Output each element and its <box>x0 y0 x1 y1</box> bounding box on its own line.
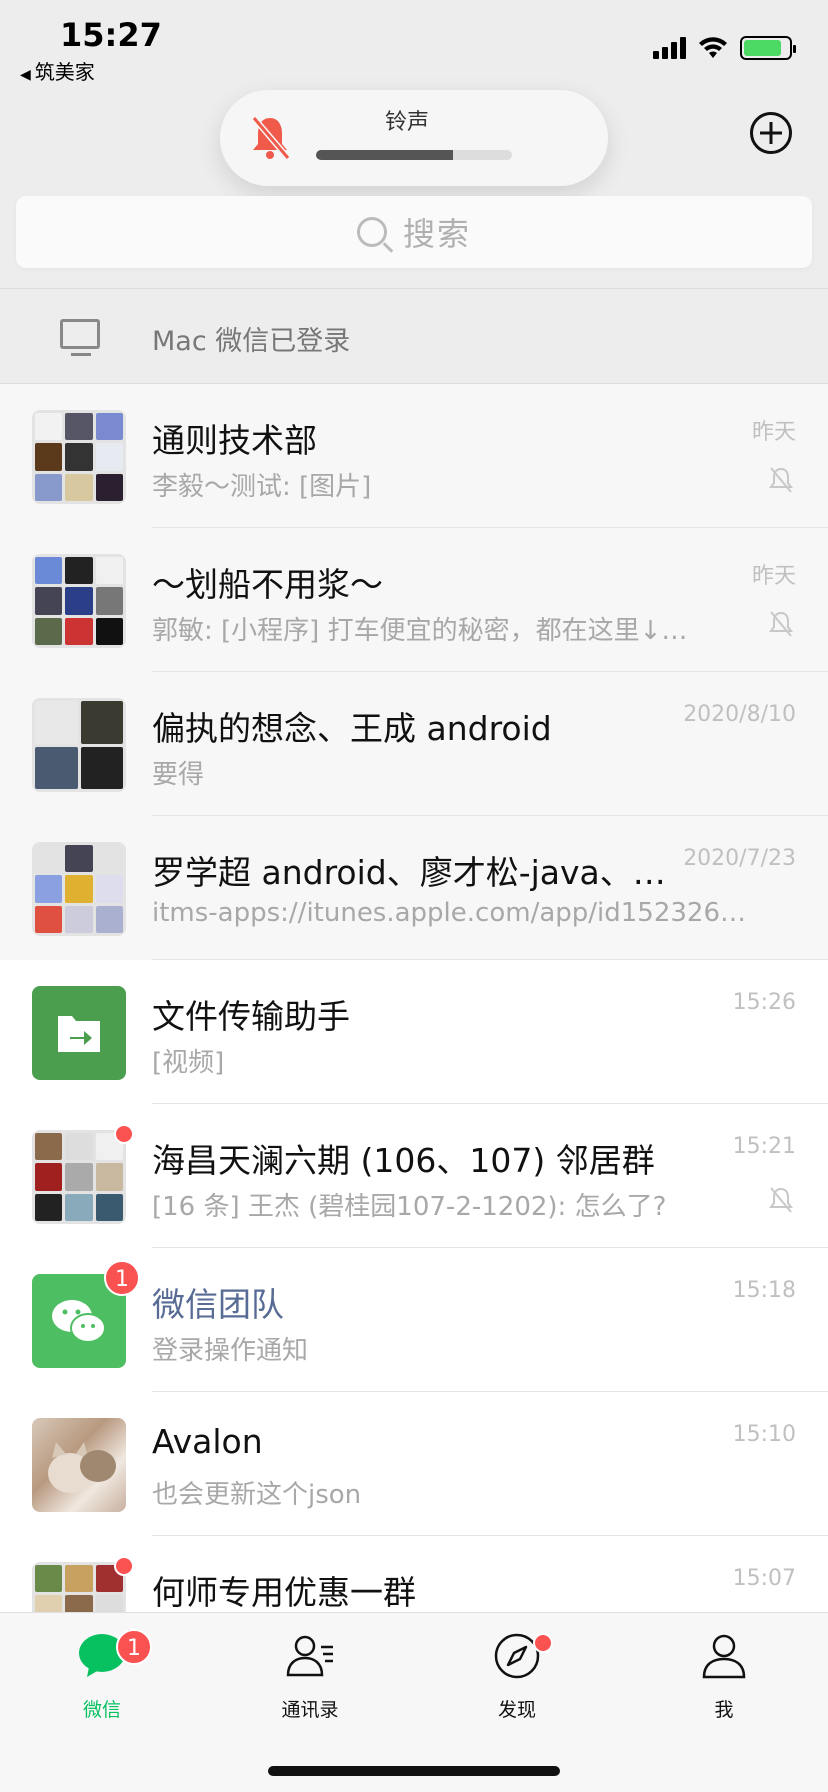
mute-bell-icon <box>769 1187 793 1213</box>
chat-time: 15:26 <box>732 990 796 1015</box>
tab-label: 微信 <box>82 1699 121 1721</box>
status-bar: 15:27 ◀ 筑美家 <box>0 0 828 90</box>
add-menu-button[interactable] <box>750 112 792 154</box>
chat-time: 15:21 <box>732 1134 796 1159</box>
desktop-monitor-icon <box>60 319 100 356</box>
profile-icon <box>702 1634 746 1679</box>
back-app-label: 筑美家 <box>34 60 95 84</box>
contacts-icon <box>286 1635 333 1677</box>
mac-login-banner[interactable]: Mac 微信已登录 <box>0 288 828 384</box>
group-avatar <box>32 842 126 936</box>
chat-item[interactable]: ～划船不用浆～ 郭敏: [小程序] 打车便宜的秘密，都在这里↓… 昨天 <box>0 528 828 672</box>
chat-item[interactable]: 偏执的想念、王成 android 要得 2020/8/10 <box>0 672 828 816</box>
chat-name: 海昌天澜六期 (106、107) 邻居群 <box>152 1141 655 1180</box>
chat-name: 文件传输助手 <box>152 997 350 1036</box>
battery-icon <box>740 36 796 60</box>
unread-dot <box>114 1124 134 1144</box>
cat-photo-avatar <box>32 1418 126 1512</box>
chat-time: 15:07 <box>732 1566 796 1591</box>
folder-arrow-icon <box>58 1016 100 1052</box>
status-icons <box>653 36 796 60</box>
chat-last-message: [视频] <box>152 1048 225 1078</box>
chat-time: 昨天 <box>751 564 796 589</box>
chat-item[interactable]: 罗学超 android、廖才松-java、… itms-apps://itune… <box>0 816 828 960</box>
group-avatar <box>32 554 126 648</box>
chat-last-message: 李毅～测试: [图片] <box>152 472 372 502</box>
volume-slider[interactable] <box>316 150 512 160</box>
bottom-tab-bar: 1 微信 通讯录 发现 我 <box>0 1612 828 1792</box>
unread-count-badge: 1 <box>116 1629 152 1665</box>
chat-item[interactable]: Avalon 也会更新这个json 15:10 <box>0 1392 828 1536</box>
chat-time: 昨天 <box>751 420 796 445</box>
chat-name: ～划船不用浆～ <box>152 565 383 604</box>
chat-name: 微信团队 <box>152 1285 284 1324</box>
volume-hud: 铃声 <box>220 90 608 186</box>
mute-bell-icon <box>769 467 793 493</box>
chat-last-message: [16 条] 王杰 (碧桂园107-2-1202): 怎么了? <box>152 1192 667 1222</box>
search-icon <box>356 217 387 247</box>
file-transfer-avatar <box>32 986 126 1080</box>
tab-chats[interactable]: 1 微信 <box>42 1629 162 1741</box>
mac-login-text: Mac 微信已登录 <box>152 326 351 357</box>
tab-label: 通讯录 <box>281 1699 339 1721</box>
chat-last-message: itms-apps://itunes.apple.com/app/id15232… <box>152 898 752 928</box>
chat-item[interactable]: 海昌天澜六期 (106、107) 邻居群 [16 条] 王杰 (碧桂园107-2… <box>0 1104 828 1248</box>
chat-name: Avalon <box>152 1422 263 1461</box>
unread-dot <box>114 1556 134 1576</box>
wifi-icon <box>699 37 727 58</box>
chat-time: 2020/8/10 <box>683 702 796 727</box>
chat-name: 通则技术部 <box>152 421 317 460</box>
back-triangle-icon: ◀ <box>20 67 31 83</box>
chat-last-message: 也会更新这个json <box>152 1480 362 1510</box>
cat-face-icon <box>48 1442 116 1493</box>
chat-item[interactable]: 1 微信团队 登录操作通知 15:18 <box>0 1248 828 1392</box>
tab-discover[interactable]: 发现 <box>457 1631 577 1741</box>
group-avatar <box>32 1130 126 1224</box>
chat-item[interactable]: 文件传输助手 [视频] 15:26 <box>0 960 828 1104</box>
volume-level-fill <box>316 150 454 160</box>
home-indicator[interactable] <box>268 1766 560 1776</box>
new-content-dot <box>533 1633 553 1653</box>
volume-label: 铃声 <box>385 110 430 135</box>
tab-me[interactable]: 我 <box>664 1631 784 1741</box>
back-to-app-link[interactable]: ◀ 筑美家 <box>20 56 95 85</box>
chat-name: 何师专用优惠一群 <box>152 1573 416 1612</box>
search-bar[interactable]: 搜索 <box>16 196 812 268</box>
tab-label: 我 <box>714 1699 734 1721</box>
chat-name: 偏执的想念、王成 android <box>152 709 552 748</box>
group-avatar <box>32 698 126 792</box>
tab-contacts[interactable]: 通讯录 <box>250 1631 370 1741</box>
chat-item[interactable]: 通则技术部 李毅～测试: [图片] 昨天 <box>0 384 828 528</box>
cellular-signal-icon <box>653 37 686 59</box>
bell-muted-icon <box>251 116 291 160</box>
unread-count-badge: 1 <box>104 1260 140 1296</box>
chat-last-message: 要得 <box>152 760 205 790</box>
mute-bell-icon <box>769 611 793 637</box>
group-avatar <box>32 410 126 504</box>
search-placeholder: 搜索 <box>402 215 471 253</box>
chat-last-message: 登录操作通知 <box>152 1336 309 1366</box>
chat-time: 15:10 <box>732 1422 796 1447</box>
chat-name: 罗学超 android、廖才松-java、… <box>152 853 666 892</box>
chat-time: 15:18 <box>732 1278 796 1303</box>
chat-list: 通则技术部 李毅～测试: [图片] 昨天 ～划船不用浆～ 郭敏: [小程序] 打… <box>0 384 828 1680</box>
status-time: 15:27 <box>60 16 162 54</box>
battery-level <box>744 40 782 56</box>
chat-last-message: 郭敏: [小程序] 打车便宜的秘密，都在这里↓… <box>152 616 688 646</box>
tab-label: 发现 <box>497 1699 536 1721</box>
chat-time: 2020/7/23 <box>683 846 796 871</box>
